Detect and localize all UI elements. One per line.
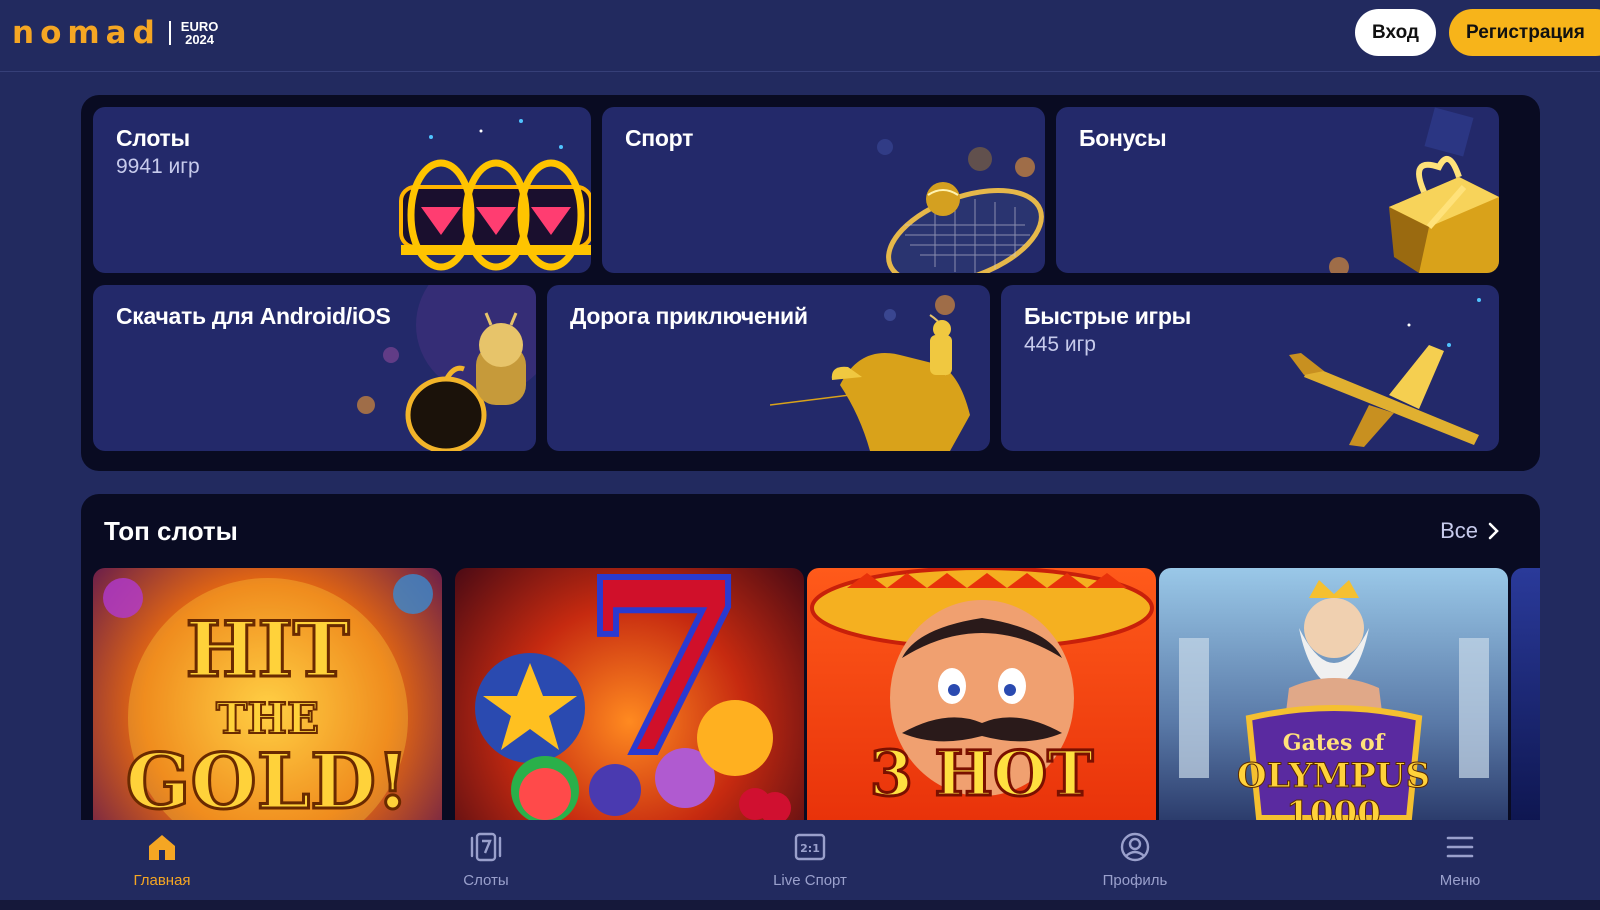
game-card-seven[interactable]: 7 bbox=[455, 568, 804, 824]
game-card-gates-of-olympus[interactable]: Gates of OLYMPUS 1000 bbox=[1159, 568, 1508, 824]
category-title: Бонусы bbox=[1079, 125, 1167, 151]
see-all-link[interactable]: Все bbox=[1440, 518, 1500, 544]
nav-label: Live Спорт bbox=[773, 872, 847, 889]
gift-box-icon bbox=[1329, 107, 1499, 273]
home-icon bbox=[145, 830, 179, 864]
live-sport-icon: 2:1 bbox=[793, 830, 827, 864]
bottom-edge-strip bbox=[0, 900, 1600, 910]
game-art-line1: 7 bbox=[578, 568, 751, 809]
game-art-line1: 3 HOT bbox=[868, 736, 1094, 812]
menu-icon bbox=[1443, 830, 1477, 864]
golden-airplane-icon bbox=[1289, 298, 1481, 447]
nav-item-slots[interactable]: Слоты bbox=[426, 820, 546, 900]
category-tile-fast-games[interactable]: Быстрые игры 445 игр bbox=[1001, 285, 1499, 451]
euro-badge-line2: 2024 bbox=[185, 32, 215, 47]
slots-icon bbox=[469, 830, 503, 864]
game-art-line1: Gates of bbox=[1282, 730, 1385, 756]
top-header: nomad EURO 2024 Вход Регистрация bbox=[0, 0, 1600, 72]
bottom-navigation: Главная Слоты 2:1 Live Спорт Профиль Мен… bbox=[0, 820, 1600, 900]
nav-label: Профиль bbox=[1102, 872, 1168, 889]
nav-label: Слоты bbox=[463, 872, 509, 889]
category-title: Быстрые игры bbox=[1024, 303, 1191, 329]
profile-icon bbox=[1118, 830, 1152, 864]
category-tile-bonuses[interactable]: Бонусы bbox=[1056, 107, 1499, 273]
category-tile-sport[interactable]: Спорт bbox=[602, 107, 1045, 273]
game-card-hit-the-gold[interactable]: HIT THE GOLD! bbox=[93, 568, 442, 824]
tennis-racket-icon bbox=[877, 139, 1044, 273]
golden-horse-archer-icon bbox=[770, 295, 970, 451]
android-apple-icon bbox=[357, 285, 536, 451]
game-art-line2: THE bbox=[215, 693, 320, 744]
game-card-partial[interactable] bbox=[1511, 568, 1540, 824]
nav-label: Меню bbox=[1439, 872, 1481, 889]
nomad-logo[interactable]: nomad EURO 2024 bbox=[12, 17, 218, 49]
nav-item-live-sport[interactable]: 2:1 Live Спорт bbox=[750, 820, 870, 900]
category-title: Слоты bbox=[116, 125, 190, 151]
logo-wordmark: nomad bbox=[12, 15, 161, 51]
category-panel: Слоты 9941 игр Спорт Бонусы Скачать для … bbox=[81, 95, 1540, 471]
nav-item-home[interactable]: Главная bbox=[102, 820, 222, 900]
category-tile-download-app[interactable]: Скачать для Android/iOS bbox=[93, 285, 536, 451]
category-subtitle: 9941 игр bbox=[116, 155, 200, 178]
game-art-line3: GOLD! bbox=[124, 737, 411, 824]
category-tile-adventure-road[interactable]: Дорога приключений bbox=[547, 285, 990, 451]
nav-item-profile[interactable]: Профиль bbox=[1075, 820, 1195, 900]
game-art-line1: HIT bbox=[184, 605, 351, 694]
category-subtitle: 445 игр bbox=[1024, 333, 1096, 356]
login-button[interactable]: Вход bbox=[1355, 9, 1436, 56]
nav-label: Главная bbox=[133, 872, 191, 889]
nav-item-menu[interactable]: Меню bbox=[1400, 820, 1520, 900]
category-tile-slots[interactable]: Слоты 9941 игр bbox=[93, 107, 591, 273]
euro-2024-badge: EURO 2024 bbox=[181, 20, 219, 46]
slot-reels-icon bbox=[399, 119, 591, 271]
category-title: Спорт bbox=[625, 125, 694, 151]
game-art-line2: OLYMPUS bbox=[1236, 756, 1431, 797]
game-card-3-hot[interactable]: 3 HOT bbox=[807, 568, 1156, 824]
see-all-label: Все bbox=[1440, 518, 1478, 543]
section-title: Топ слоты bbox=[104, 516, 238, 546]
top-slots-section: Топ слоты Все HIT THE GOLD! 7 3 HOT Gate… bbox=[81, 494, 1540, 824]
logo-divider bbox=[168, 21, 171, 45]
register-button[interactable]: Регистрация bbox=[1449, 9, 1600, 56]
svg-text:2:1: 2:1 bbox=[800, 842, 820, 855]
chevron-right-icon bbox=[1488, 522, 1499, 540]
